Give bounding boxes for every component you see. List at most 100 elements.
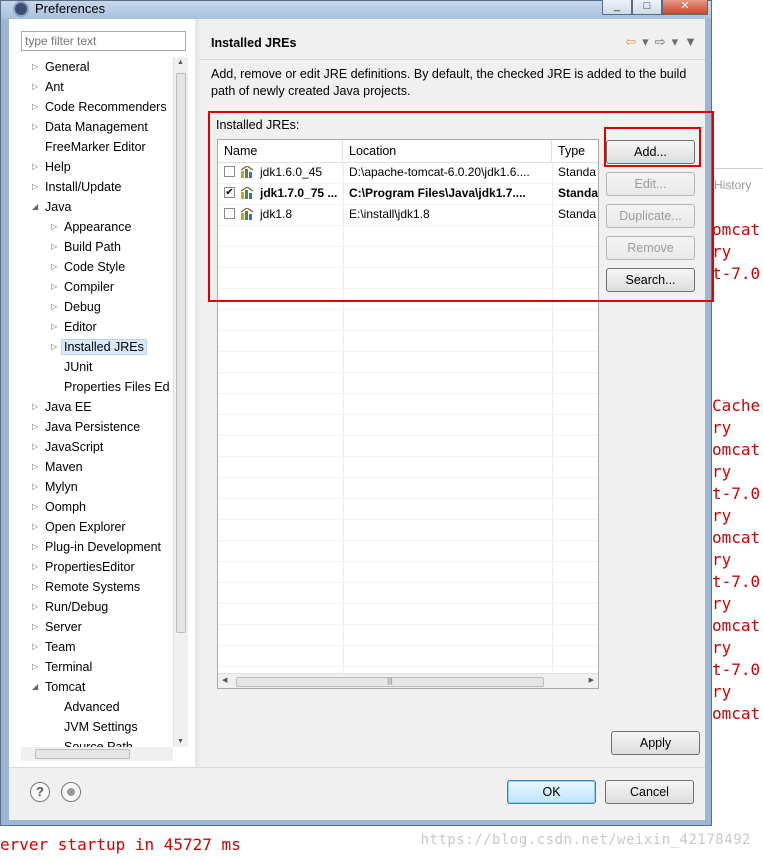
- tree-item[interactable]: ▷ JavaScript: [32, 437, 103, 457]
- tree-item[interactable]: FreeMarker Editor: [45, 137, 146, 157]
- record-icon[interactable]: [61, 782, 81, 802]
- table-horizontal-scrollbar[interactable]: ◀ ||| ▶: [218, 673, 598, 688]
- forward-arrow-icon[interactable]: ⇨: [655, 34, 666, 50]
- view-menu-icon[interactable]: ▼: [684, 34, 697, 50]
- tree-item[interactable]: ▷ Ant: [32, 77, 64, 97]
- collapsed-arrow-icon[interactable]: ▷: [32, 517, 38, 537]
- collapsed-arrow-icon[interactable]: ▷: [32, 597, 38, 617]
- back-arrow-icon[interactable]: ⇦: [625, 34, 636, 50]
- maximize-button[interactable]: □: [632, 0, 662, 15]
- collapsed-arrow-icon[interactable]: ▷: [32, 417, 38, 437]
- collapsed-arrow-icon[interactable]: ▷: [32, 457, 38, 477]
- scroll-thumb[interactable]: |||: [236, 677, 544, 687]
- tree-item[interactable]: ▷ Plug-in Development: [32, 537, 161, 557]
- tree-item[interactable]: ▷ Compiler: [51, 277, 114, 297]
- empty-table-row: [218, 372, 598, 394]
- tree-item[interactable]: ▷ Data Management: [32, 117, 148, 137]
- collapsed-arrow-icon[interactable]: ▷: [32, 477, 38, 497]
- tree-item[interactable]: ▷ Editor: [51, 317, 97, 337]
- tree-item[interactable]: Source Path: [64, 737, 133, 747]
- collapsed-arrow-icon[interactable]: ▷: [32, 537, 38, 557]
- tree-item[interactable]: ▷ Server: [32, 617, 82, 637]
- tree-item[interactable]: ▷ Mylyn: [32, 477, 78, 497]
- collapsed-arrow-icon[interactable]: ▷: [32, 77, 38, 97]
- console-line: t-7.0: [712, 660, 761, 679]
- collapsed-arrow-icon[interactable]: ▷: [32, 57, 38, 77]
- minimize-button[interactable]: _: [602, 0, 632, 15]
- tree-item[interactable]: ▷ Run/Debug: [32, 597, 108, 617]
- back-menu-chevron-icon[interactable]: ▾: [642, 34, 649, 50]
- tree-item[interactable]: ▷ Code Style: [51, 257, 125, 277]
- tree-item[interactable]: Advanced: [64, 697, 120, 717]
- tree-item[interactable]: ▷ Remote Systems: [32, 577, 140, 597]
- tree-horizontal-scrollbar[interactable]: [21, 747, 173, 761]
- collapsed-arrow-icon[interactable]: ▷: [51, 317, 57, 337]
- collapsed-arrow-icon[interactable]: ▷: [32, 397, 38, 417]
- tree-item[interactable]: ▷ Team: [32, 637, 76, 657]
- tree-item-label: Appearance: [64, 220, 132, 234]
- scroll-thumb[interactable]: [176, 73, 186, 633]
- expanded-arrow-icon[interactable]: ◢: [32, 197, 38, 217]
- ok-button[interactable]: OK: [507, 780, 596, 804]
- empty-table-row: [218, 498, 598, 520]
- tree-item[interactable]: ▷ Terminal: [32, 657, 92, 677]
- tree-item-label: Help: [45, 160, 71, 174]
- collapsed-arrow-icon[interactable]: ▷: [51, 297, 57, 317]
- tree-item[interactable]: ▷ Code Recommenders: [32, 97, 167, 117]
- scroll-down-arrow-icon[interactable]: ▼: [177, 738, 184, 745]
- collapsed-arrow-icon[interactable]: ▷: [32, 637, 38, 657]
- collapsed-arrow-icon[interactable]: ▷: [32, 577, 38, 597]
- collapsed-arrow-icon[interactable]: ▷: [51, 257, 57, 277]
- tree-item[interactable]: ▷ Open Explorer: [32, 517, 126, 537]
- collapsed-arrow-icon[interactable]: ▷: [32, 557, 38, 577]
- collapsed-arrow-icon[interactable]: ▷: [51, 217, 57, 237]
- tree-vertical-scrollbar[interactable]: ▲ ▼: [173, 57, 188, 747]
- tree-item[interactable]: ▷ Build Path: [51, 237, 121, 257]
- collapsed-arrow-icon[interactable]: ▷: [32, 117, 38, 137]
- empty-table-row: [218, 519, 598, 541]
- tree-item[interactable]: ▷ Debug: [51, 297, 101, 317]
- expanded-arrow-icon[interactable]: ◢: [32, 677, 38, 697]
- tree-item[interactable]: JUnit: [64, 357, 92, 377]
- scroll-right-arrow-icon[interactable]: ▶: [589, 676, 594, 684]
- tree-item[interactable]: JVM Settings: [64, 717, 138, 737]
- tree-item[interactable]: ▷ Java Persistence: [32, 417, 140, 437]
- close-button[interactable]: ✕: [662, 0, 708, 15]
- tree-item[interactable]: ◢ Java: [32, 197, 71, 217]
- tree-item[interactable]: ▷ Appearance: [51, 217, 132, 237]
- tree-item[interactable]: ▷ Installed JREs: [51, 337, 147, 357]
- history-tab[interactable]: History: [714, 178, 751, 192]
- tree-item-label: Build Path: [64, 240, 121, 254]
- collapsed-arrow-icon[interactable]: ▷: [32, 177, 38, 197]
- tree-item[interactable]: ▷ Maven: [32, 457, 83, 477]
- apply-button[interactable]: Apply: [611, 731, 700, 755]
- scroll-thumb[interactable]: [35, 749, 130, 759]
- collapsed-arrow-icon[interactable]: ▷: [51, 277, 57, 297]
- filter-input[interactable]: [21, 31, 186, 51]
- scroll-up-arrow-icon[interactable]: ▲: [177, 59, 184, 66]
- collapsed-arrow-icon[interactable]: ▷: [32, 437, 38, 457]
- tree-item[interactable]: ▷ Help: [32, 157, 71, 177]
- collapsed-arrow-icon[interactable]: ▷: [32, 617, 38, 637]
- scroll-left-arrow-icon[interactable]: ◀: [222, 676, 227, 684]
- empty-table-row: [218, 435, 598, 457]
- collapsed-arrow-icon[interactable]: ▷: [32, 497, 38, 517]
- tree-item[interactable]: ▷ Java EE: [32, 397, 92, 417]
- help-icon[interactable]: ?: [30, 782, 50, 802]
- tree-item[interactable]: ▷ General: [32, 57, 89, 77]
- tree-item-label: Code Recommenders: [45, 100, 167, 114]
- tree-item[interactable]: ▷ Oomph: [32, 497, 86, 517]
- tree-item[interactable]: Properties Files Ed: [64, 377, 170, 397]
- preferences-tree[interactable]: ▷ General ▷ Ant ▷ Code Recommenders ▷ Data Mana…: [9, 57, 179, 747]
- collapsed-arrow-icon[interactable]: ▷: [32, 657, 38, 677]
- tree-item[interactable]: ◢ Tomcat: [32, 677, 85, 697]
- tree-item[interactable]: ▷ PropertiesEditor: [32, 557, 135, 577]
- collapsed-arrow-icon[interactable]: ▷: [32, 157, 38, 177]
- collapsed-arrow-icon[interactable]: ▷: [51, 337, 57, 357]
- title-bar[interactable]: Preferences _ □ ✕: [1, 0, 711, 19]
- collapsed-arrow-icon[interactable]: ▷: [51, 237, 57, 257]
- collapsed-arrow-icon[interactable]: ▷: [32, 97, 38, 117]
- tree-item[interactable]: ▷ Install/Update: [32, 177, 121, 197]
- forward-menu-chevron-icon[interactable]: ▾: [672, 34, 679, 50]
- cancel-button[interactable]: Cancel: [605, 780, 694, 804]
